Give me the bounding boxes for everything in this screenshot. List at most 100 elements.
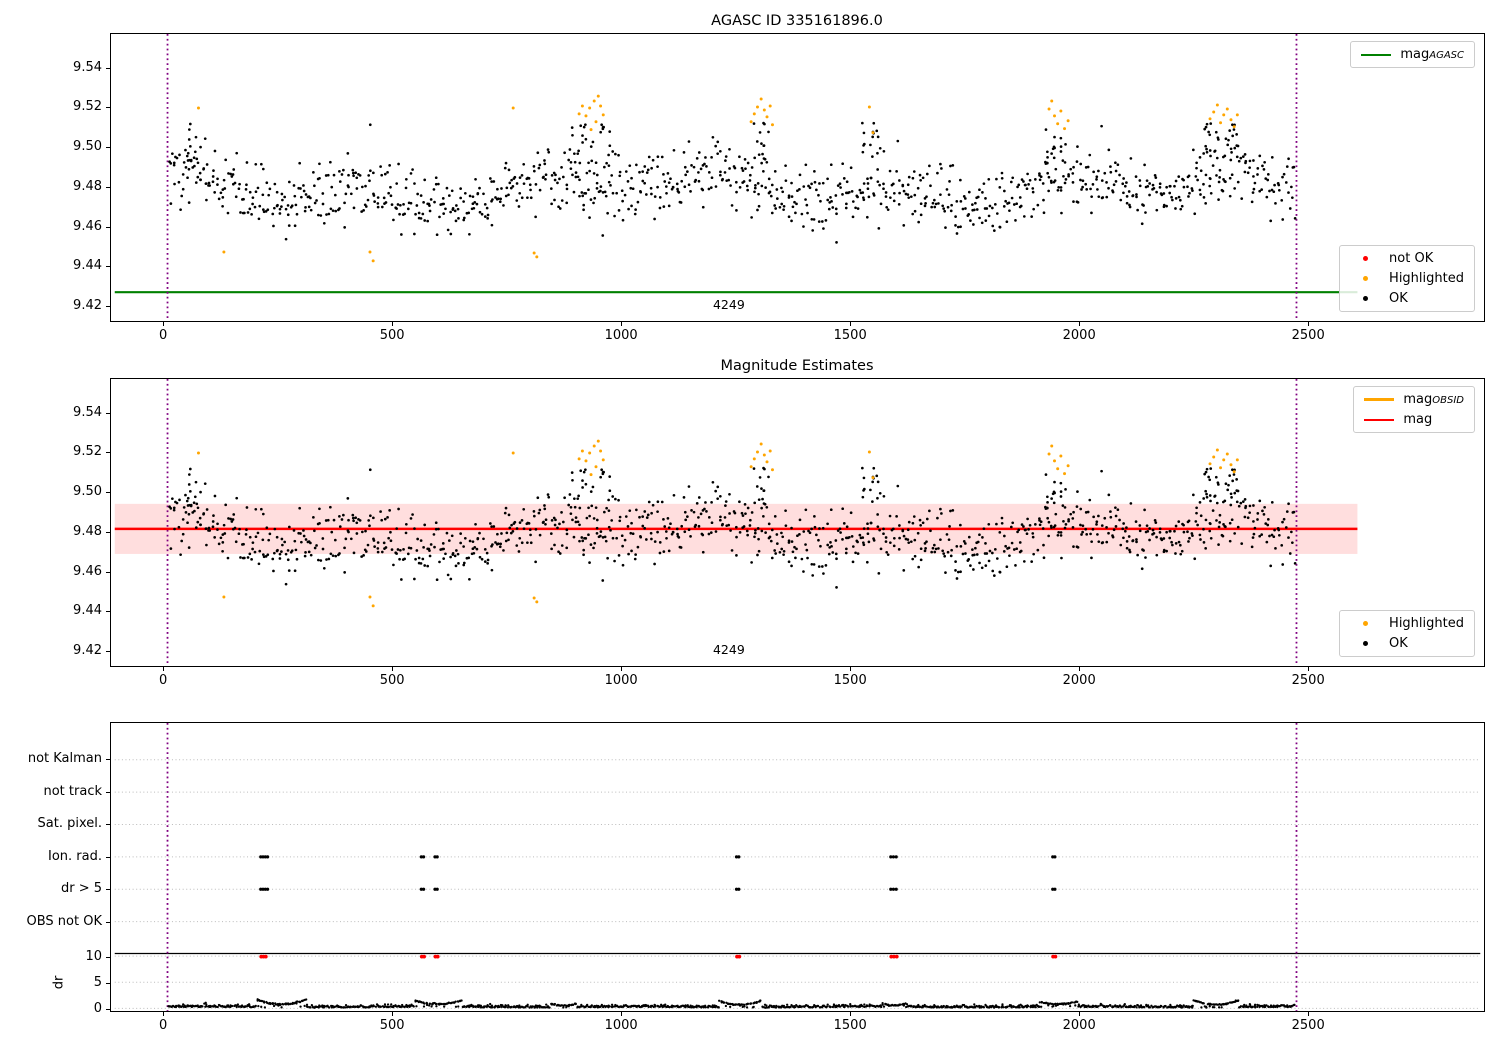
tick-mark [621,667,623,671]
tick-label: 0 [158,328,168,343]
tick-mark [621,322,623,326]
tick-label: OBS not OK [26,914,103,929]
tick-label: Ion. rad. [48,848,102,864]
tick-label: 9.42 [73,643,102,659]
green-line-swatch [1361,53,1392,56]
tick-label: 9.50 [73,484,102,500]
tick-mark [106,226,110,228]
tick-label: 2500 [1291,328,1325,343]
legend-label: mag [1403,412,1433,427]
legend-label: OK [1389,291,1408,306]
tick-label: 9.48 [73,178,102,194]
tick-label: 2000 [1062,328,1096,343]
tick-mark [163,667,165,671]
tick-label: 10 [85,948,102,964]
tick-mark [850,322,852,326]
middle-plot-point-legend: Highlighted OK [1339,610,1475,657]
tick-label: 1000 [604,1018,638,1033]
tick-mark [1308,322,1310,326]
tick-mark [1308,667,1310,671]
tick-label: 1000 [604,328,638,343]
top-plot-axes: magAGASC not OK Highlighted OK 4249 [110,33,1485,322]
tick-label: 1500 [833,673,867,688]
black-dot-icon [1362,641,1368,646]
tick-label: 2000 [1062,673,1096,688]
tick-mark [163,322,165,326]
tick-mark [392,322,394,326]
tick-mark [106,412,110,414]
tick-mark [392,667,394,671]
tick-mark [106,492,110,494]
middle-plot-title: Magnitude Estimates [720,358,874,374]
tick-mark [850,1012,852,1016]
tick-mark [1079,322,1081,326]
tick-label: 1500 [833,328,867,343]
bottom-plot-canvas [114,723,1481,1011]
tick-mark [106,266,110,268]
tick-mark [106,922,110,923]
tick-label: 9.54 [73,59,102,75]
tick-label: 500 [379,328,405,343]
tick-mark [621,1012,623,1016]
tick-label: 1000 [604,673,638,688]
top-plot-canvas [114,34,1358,321]
legend-item-highlighted: Highlighted [1350,616,1464,631]
tick-mark [106,107,110,109]
tick-mark [1308,1012,1310,1016]
legend-item-mag-agasc: magAGASC [1361,47,1464,62]
tick-mark [106,147,110,149]
tick-mark [106,306,110,308]
tick-label: 9.48 [73,523,102,539]
tick-mark [106,67,110,69]
legend-item-ok: OK [1350,636,1464,651]
tick-mark [106,186,110,188]
tick-label: 9.52 [73,444,102,460]
tick-label: 0 [93,1001,102,1017]
tick-label: not track [43,783,102,799]
tick-mark [850,667,852,671]
orange-line-swatch [1364,398,1395,401]
tick-mark [106,856,110,858]
tick-label: 9.54 [73,404,102,420]
middle-plot-axes: magOBSID mag Highlighted OK 4249 [110,378,1485,667]
tick-label: 0 [158,1018,168,1033]
top-plot-point-legend: not OK Highlighted OK [1339,245,1475,312]
legend-label: OK [1389,636,1408,651]
tick-mark [106,571,110,573]
tick-label: not Kalman [27,751,102,766]
tick-label: 2500 [1291,673,1325,688]
tick-label: dr > 5 [60,881,102,897]
middle-plot-canvas [114,379,1358,666]
orange-dot-icon [1362,621,1368,626]
red-dot-icon [1362,256,1368,261]
tick-mark [106,611,110,613]
legend-label: not OK [1389,251,1434,266]
tick-mark [106,531,110,533]
legend-label: magOBSID [1403,392,1464,407]
tick-label: 500 [379,673,405,688]
orange-dot-icon [1362,276,1368,281]
tick-mark [106,791,110,793]
bottom-plot-axes [110,722,1485,1012]
tick-mark [392,1012,394,1016]
tick-mark [106,452,110,454]
legend-item-highlighted: Highlighted [1350,271,1464,286]
legend-label: magAGASC [1400,47,1464,62]
red-line-swatch [1364,418,1395,421]
figure: AGASC ID 335161896.0 magAGASC not OK Hig… [0,0,1500,1050]
tick-mark [106,824,110,826]
tick-label: 2500 [1291,1018,1325,1033]
tick-mark [163,1012,165,1016]
tick-label: 9.50 [73,139,102,155]
tick-label: 2000 [1062,1018,1096,1033]
middle-plot-obsid-annotation: 4249 [712,642,745,657]
legend-label: Highlighted [1389,616,1464,631]
tick-mark [1079,667,1081,671]
legend-item-mag-obsid: magOBSID [1364,392,1464,407]
black-dot-icon [1362,296,1368,301]
tick-mark [106,889,110,891]
legend-item-ok: OK [1350,291,1464,306]
tick-label: 9.44 [73,258,102,274]
tick-mark [106,956,110,958]
legend-item-not-ok: not OK [1350,251,1464,266]
